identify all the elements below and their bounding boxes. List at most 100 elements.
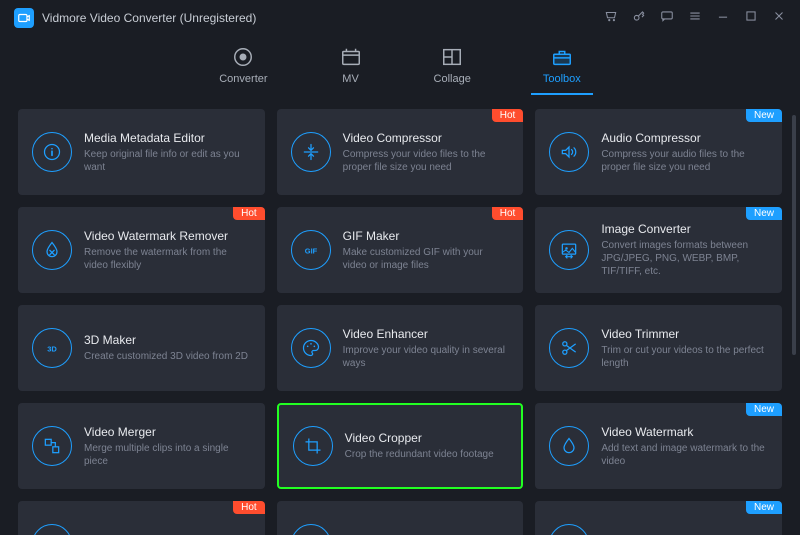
tool-card[interactable]: Media Metadata Editor Keep original file…	[18, 109, 265, 195]
tool-card[interactable]: Hot	[18, 501, 265, 535]
hot-badge: Hot	[233, 501, 265, 514]
card-title: Video Watermark	[601, 425, 768, 439]
scrollbar[interactable]	[792, 115, 796, 355]
menu-icon[interactable]	[688, 9, 702, 28]
card-title: Video Merger	[84, 425, 251, 439]
scissors-icon	[549, 328, 589, 368]
card-desc: Merge multiple clips into a single piece	[84, 442, 251, 468]
crop-icon	[293, 426, 333, 466]
card-desc: Crop the redundant video footage	[345, 448, 508, 461]
tool-card[interactable]: Video Enhancer Improve your video qualit…	[277, 305, 524, 391]
tool-card[interactable]: Video Trimmer Trim or cut your videos to…	[535, 305, 782, 391]
card-text: Video Compressor Compress your video fil…	[343, 131, 510, 174]
tool-card[interactable]: New Audio Compressor Compress your audio…	[535, 109, 782, 195]
feedback-icon[interactable]	[660, 9, 674, 28]
app-title: Vidmore Video Converter (Unregistered)	[42, 11, 256, 25]
card-text: Video Enhancer Improve your video qualit…	[343, 327, 510, 370]
card-text: Video Trimmer Trim or cut your videos to…	[601, 327, 768, 370]
audio-compress-icon	[549, 132, 589, 172]
card-title: Video Trimmer	[601, 327, 768, 341]
mv-icon	[340, 46, 362, 68]
titlebar-controls	[604, 9, 786, 28]
card-text: Video Cropper Crop the redundant video f…	[345, 431, 508, 461]
maximize-icon[interactable]	[744, 9, 758, 28]
tool-card[interactable]: Video Cropper Crop the redundant video f…	[277, 403, 524, 489]
main-nav: Converter MV Collage Toolbox	[0, 36, 800, 95]
card-text: 3D Maker Create customized 3D video from…	[84, 333, 251, 363]
card-desc: Convert images formats between JPG/JPEG,…	[601, 239, 768, 278]
info-icon	[32, 132, 72, 172]
card-text: Image Converter Convert images formats b…	[601, 222, 768, 278]
card-desc: Compress your video files to the proper …	[343, 148, 510, 174]
card-desc: Make customized GIF with your video or i…	[343, 246, 510, 272]
card-title: Video Enhancer	[343, 327, 510, 341]
tool-card[interactable]: Hot Video Compressor Compress your video…	[277, 109, 524, 195]
minimize-icon[interactable]	[716, 9, 730, 28]
card-desc: Create customized 3D video from 2D	[84, 350, 251, 363]
drop-icon	[549, 426, 589, 466]
gif-icon	[291, 230, 331, 270]
card-desc: Add text and image watermark to the vide…	[601, 442, 768, 468]
toolbox-icon	[551, 46, 573, 68]
card-text: GIF Maker Make customized GIF with your …	[343, 229, 510, 272]
merge-icon	[32, 426, 72, 466]
nav-collage[interactable]: Collage	[428, 42, 477, 95]
nav-converter[interactable]: Converter	[213, 42, 273, 95]
card-text: Video Watermark Add text and image water…	[601, 425, 768, 468]
nav-label: Collage	[434, 73, 471, 85]
card-title: Video Cropper	[345, 431, 508, 445]
image-convert-icon	[549, 230, 589, 270]
new-badge: New	[746, 109, 782, 122]
key-icon[interactable]	[632, 9, 646, 28]
card-text: Video Merger Merge multiple clips into a…	[84, 425, 251, 468]
tool-card[interactable]: Video Merger Merge multiple clips into a…	[18, 403, 265, 489]
card-desc: Remove the watermark from the video flex…	[84, 246, 251, 272]
tool-card[interactable]: Hot Video Watermark Remover Remove the w…	[18, 207, 265, 293]
card-text: Video Watermark Remover Remove the water…	[84, 229, 251, 272]
tool-card[interactable]: New Image Converter Convert images forma…	[535, 207, 782, 293]
new-badge: New	[746, 501, 782, 514]
palette-icon	[291, 328, 331, 368]
tool-icon	[549, 524, 589, 535]
tool-icon	[32, 524, 72, 535]
card-title: 3D Maker	[84, 333, 251, 347]
tool-card[interactable]: 3D Maker Create customized 3D video from…	[18, 305, 265, 391]
tool-icon	[291, 524, 331, 535]
app-logo-icon	[14, 8, 34, 28]
card-desc: Keep original file info or edit as you w…	[84, 148, 251, 174]
tools-grid: Media Metadata Editor Keep original file…	[18, 109, 782, 535]
hot-badge: Hot	[492, 109, 524, 122]
card-title: Video Compressor	[343, 131, 510, 145]
nav-toolbox[interactable]: Toolbox	[537, 42, 587, 95]
compress-icon	[291, 132, 331, 172]
nav-label: Converter	[219, 73, 267, 85]
drop-x-icon	[32, 230, 72, 270]
card-desc: Trim or cut your videos to the perfect l…	[601, 344, 768, 370]
card-title: Video Watermark Remover	[84, 229, 251, 243]
card-title: Image Converter	[601, 222, 768, 236]
collage-icon	[441, 46, 463, 68]
new-badge: New	[746, 207, 782, 220]
tool-card[interactable]: Hot GIF Maker Make customized GIF with y…	[277, 207, 524, 293]
title-bar: Vidmore Video Converter (Unregistered)	[0, 0, 800, 36]
card-text: Media Metadata Editor Keep original file…	[84, 131, 251, 174]
card-desc: Compress your audio files to the proper …	[601, 148, 768, 174]
nav-label: MV	[342, 73, 359, 85]
tool-card[interactable]	[277, 501, 524, 535]
card-text: Audio Compressor Compress your audio fil…	[601, 131, 768, 174]
card-title: Media Metadata Editor	[84, 131, 251, 145]
nav-label: Toolbox	[543, 73, 581, 85]
card-title: Audio Compressor	[601, 131, 768, 145]
card-desc: Improve your video quality in several wa…	[343, 344, 510, 370]
tool-card[interactable]: New Video Watermark Add text and image w…	[535, 403, 782, 489]
hot-badge: Hot	[492, 207, 524, 220]
cart-icon[interactable]	[604, 9, 618, 28]
nav-mv[interactable]: MV	[334, 42, 368, 95]
3d-icon	[32, 328, 72, 368]
close-icon[interactable]	[772, 9, 786, 28]
tool-card[interactable]: New	[535, 501, 782, 535]
hot-badge: Hot	[233, 207, 265, 220]
card-title: GIF Maker	[343, 229, 510, 243]
content-area: Media Metadata Editor Keep original file…	[0, 95, 800, 535]
new-badge: New	[746, 403, 782, 416]
